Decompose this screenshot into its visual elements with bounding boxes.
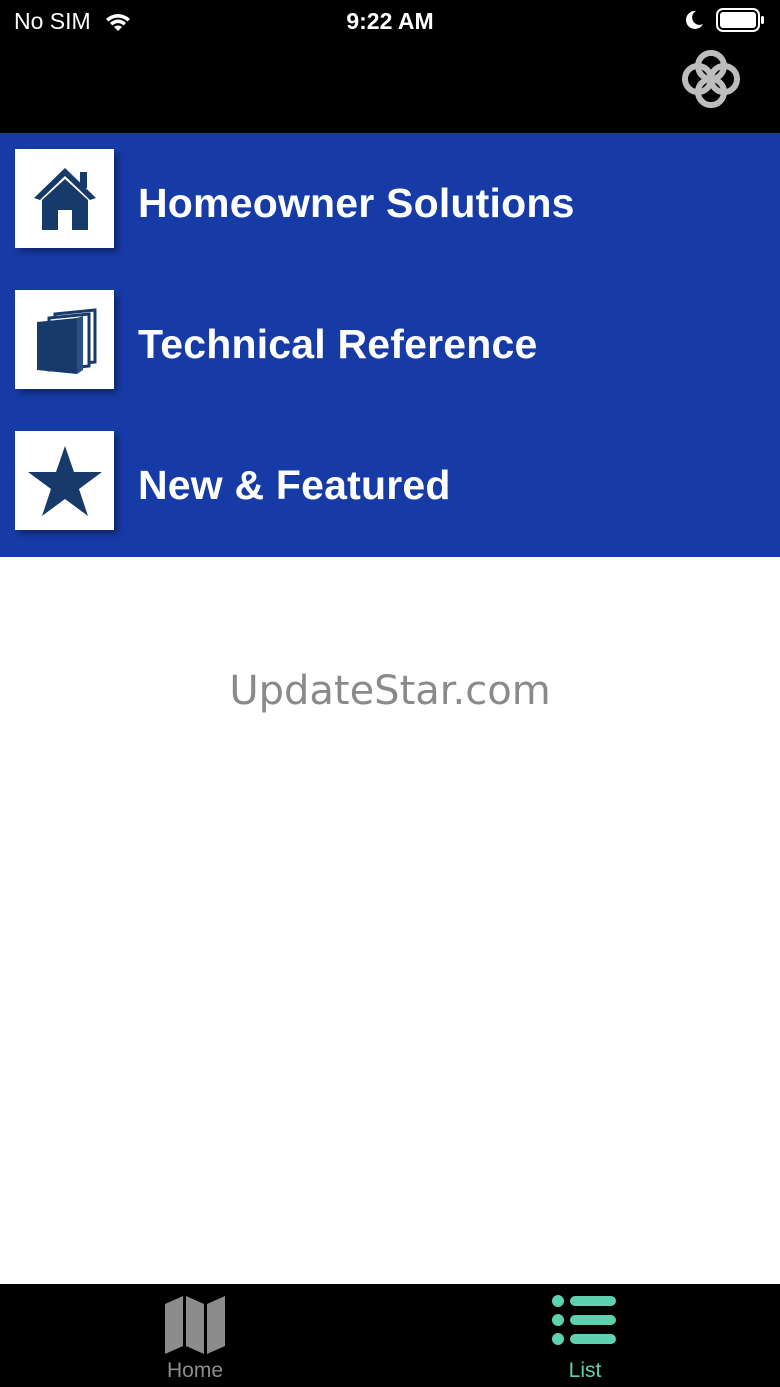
menu-item-label: Homeowner Solutions	[138, 180, 575, 226]
tab-label: Home	[166, 1359, 224, 1382]
menu-item-label: New & Featured	[138, 462, 451, 508]
menu-item-homeowner-solutions[interactable]: Homeowner Solutions	[0, 133, 780, 274]
tab-bar: Home List	[0, 1284, 780, 1387]
menu-item-tile	[15, 431, 114, 530]
watermark-text: UpdateStar.com	[229, 668, 551, 714]
battery-icon	[716, 8, 764, 32]
menu-item-tile	[15, 290, 114, 389]
tab-label: List	[568, 1359, 602, 1382]
house-icon	[33, 167, 96, 230]
tab-icon-wrap	[0, 1294, 390, 1356]
menu-item-new-featured[interactable]: New & Featured	[0, 415, 780, 556]
books-icon	[36, 307, 96, 374]
status-bar: No SIM 9:22 AM	[0, 0, 780, 44]
tab-home[interactable]: Home	[0, 1284, 390, 1387]
rings-logo-icon[interactable]	[678, 46, 744, 112]
menu-item-tile	[15, 149, 114, 248]
menu-list: Homeowner Solutions Technical Reference …	[0, 133, 780, 557]
tab-icon-wrap	[390, 1294, 780, 1346]
clock: 9:22 AM	[346, 8, 434, 34]
map-icon	[165, 1296, 225, 1354]
star-icon	[27, 445, 102, 516]
moon-icon	[685, 10, 703, 29]
list-icon	[552, 1295, 616, 1345]
menu-item-label: Technical Reference	[138, 321, 538, 367]
status-indicators	[684, 8, 766, 32]
tab-list[interactable]: List	[390, 1284, 780, 1387]
menu-item-technical-reference[interactable]: Technical Reference	[0, 274, 780, 415]
nav-bar	[0, 44, 780, 133]
